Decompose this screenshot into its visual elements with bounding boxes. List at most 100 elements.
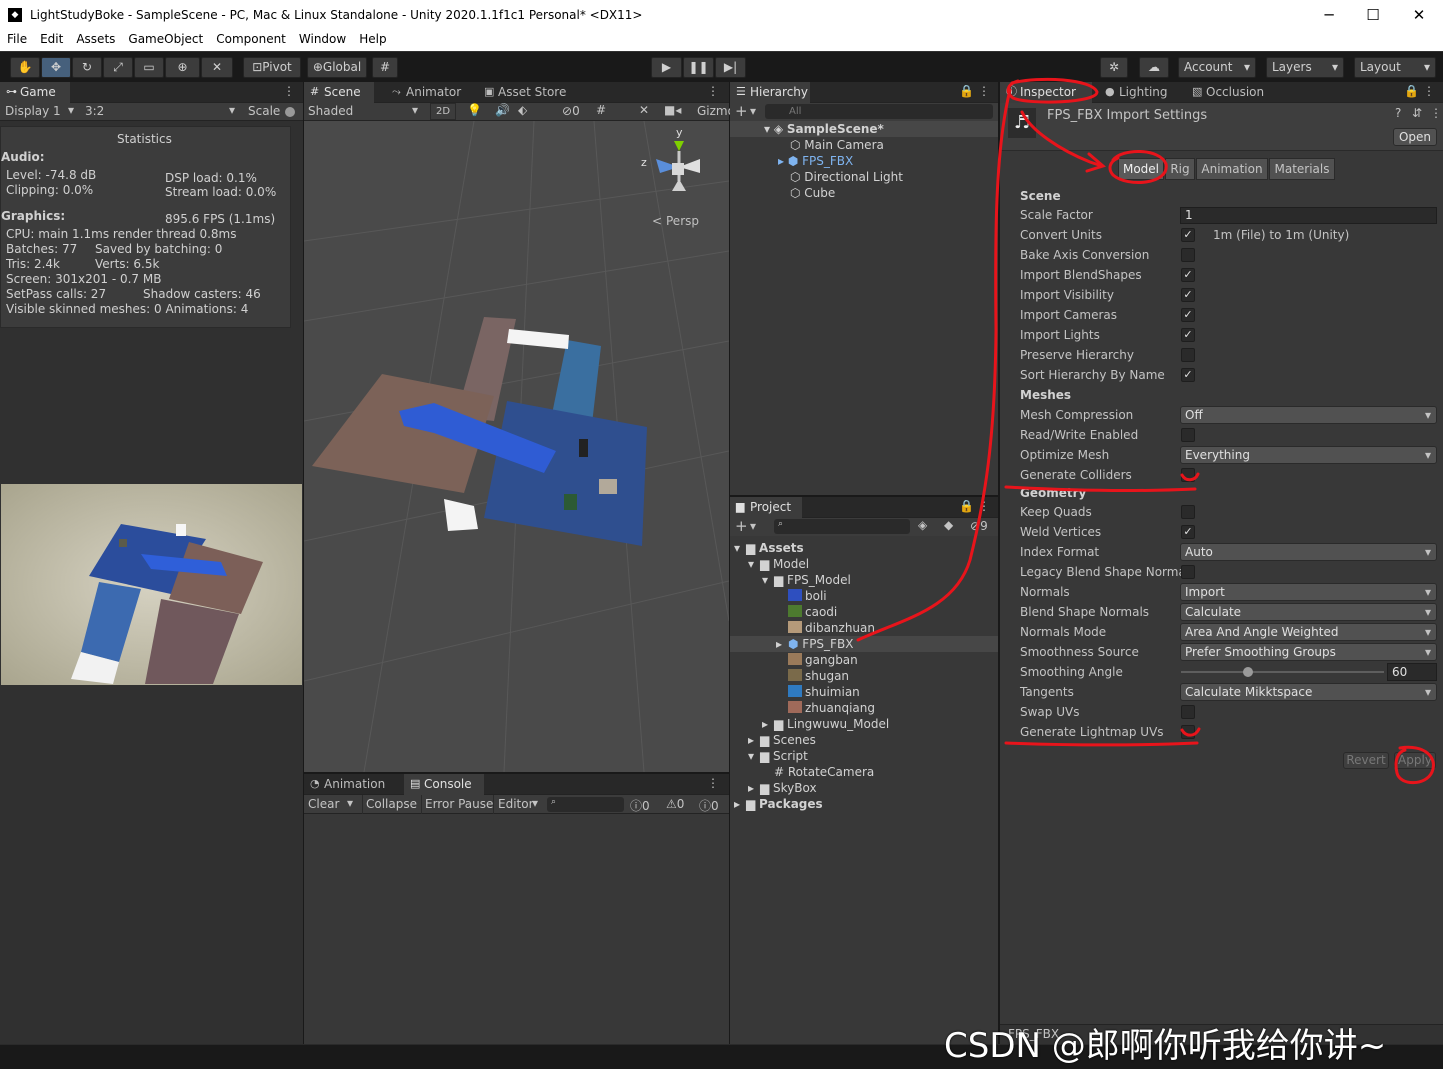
move-tool-icon[interactable]: ✥	[41, 57, 71, 78]
more-icon[interactable]: ⋮	[707, 776, 719, 790]
swap-uvs-checkbox[interactable]	[1181, 705, 1195, 719]
account-dropdown[interactable]: Account ▾	[1178, 57, 1256, 78]
minimize-button[interactable]: ─	[1314, 5, 1344, 25]
blend-normals-dropdown[interactable]: Calculate	[1180, 603, 1437, 621]
shading-mode-dropdown[interactable]: Shaded	[308, 104, 353, 118]
project-item[interactable]: ▾ ▆ Assets	[730, 540, 998, 556]
layout-dropdown[interactable]: Layout ▾	[1354, 57, 1436, 78]
tab-console[interactable]: ▤ Console	[404, 774, 484, 795]
camera-icon[interactable]: ■◂	[664, 103, 681, 117]
collapse-toggle[interactable]: Collapse	[362, 795, 420, 814]
audio-toggle-icon[interactable]: 🔊	[495, 103, 510, 117]
clear-button[interactable]: Clear	[308, 797, 339, 811]
lighting-toggle-icon[interactable]: 💡	[467, 103, 482, 117]
pivot-toggle[interactable]: ⊡Pivot	[243, 57, 301, 78]
dropdown-arrow-icon[interactable]: ▾	[750, 519, 756, 533]
tab-rig[interactable]: Rig	[1165, 158, 1195, 180]
project-item[interactable]: ▸ ▆ Lingwuwu_Model	[730, 716, 998, 732]
optimize-mesh-dropdown[interactable]: Everything	[1180, 446, 1437, 464]
project-item[interactable]: # RotateCamera	[730, 764, 998, 780]
grid-toggle-icon[interactable]: #	[596, 103, 606, 117]
add-icon[interactable]: +	[735, 517, 748, 535]
maximize-button[interactable]: ☐	[1358, 5, 1388, 25]
tab-animation[interactable]: ◔ Animation	[304, 774, 400, 795]
aspect-dropdown[interactable]: 3:2	[85, 104, 104, 118]
rotate-tool-icon[interactable]: ↻	[72, 57, 102, 78]
hand-tool-icon[interactable]: ✋	[10, 57, 40, 78]
tab-materials[interactable]: Materials	[1269, 158, 1335, 180]
menu-component[interactable]: Component	[209, 31, 292, 46]
more-icon[interactable]: ⋮	[1423, 84, 1435, 98]
2d-toggle[interactable]: 2D	[430, 103, 456, 120]
pause-icon[interactable]: ❚❚	[683, 57, 714, 78]
menu-edit[interactable]: Edit	[33, 31, 69, 46]
generate-lightmap-uvs-checkbox[interactable]	[1181, 725, 1195, 739]
error-pause-toggle[interactable]: Error Pause	[421, 795, 496, 814]
tangents-dropdown[interactable]: Calculate Mikktspace	[1180, 683, 1437, 701]
hidden-packages-icon[interactable]: ⊘9	[970, 519, 988, 533]
sort-hierarchy-checkbox[interactable]: ✓	[1181, 368, 1195, 382]
dropdown-arrow-icon[interactable]: ▾	[750, 104, 756, 118]
import-blendshapes-checkbox[interactable]: ✓	[1181, 268, 1195, 282]
warning-count[interactable]: ⚠0	[666, 797, 684, 811]
tab-game[interactable]: ⊶ Game	[0, 82, 70, 103]
more-icon[interactable]: ⋮	[707, 84, 719, 98]
console-search-input[interactable]: ⌕	[547, 797, 624, 812]
effects-toggle-icon[interactable]: ⬖	[518, 103, 527, 117]
collab-icon[interactable]: ✲	[1100, 57, 1128, 78]
global-toggle[interactable]: ⊕Global	[307, 57, 367, 78]
scene-viewport[interactable]: y z < Persp	[304, 121, 729, 772]
grid-snap-icon[interactable]: #	[372, 57, 398, 78]
hierarchy-item-fps-fbx[interactable]: ▸ ⬢ FPS_FBX	[778, 153, 853, 169]
project-item[interactable]: shugan	[730, 668, 998, 684]
more-icon[interactable]: ⋮	[283, 84, 295, 98]
weld-vertices-checkbox[interactable]: ✓	[1181, 525, 1195, 539]
project-item[interactable]: ▸ ▆ Scenes	[730, 732, 998, 748]
more-icon[interactable]: ⋮	[978, 499, 990, 513]
persp-label[interactable]: Persp	[666, 214, 699, 228]
hidden-objects-icon[interactable]: ⊘0	[562, 104, 580, 118]
cloud-icon[interactable]: ☁	[1139, 57, 1169, 78]
hierarchy-item-main-camera[interactable]: ⬡ Main Camera	[790, 137, 884, 153]
index-format-dropdown[interactable]: Auto	[1180, 543, 1437, 561]
lock-icon[interactable]: 🔒	[959, 84, 974, 98]
settings-icon[interactable]: ⇵	[1412, 106, 1422, 120]
tab-model[interactable]: Model	[1118, 158, 1164, 180]
tools-icon[interactable]: ✕	[639, 103, 649, 117]
hierarchy-item-directional-light[interactable]: ⬡ Directional Light	[790, 169, 903, 185]
more-icon[interactable]: ⋮	[978, 84, 990, 98]
tab-asset-store[interactable]: ▣ Asset Store	[478, 82, 570, 103]
layers-dropdown[interactable]: Layers ▾	[1266, 57, 1344, 78]
menu-window[interactable]: Window	[292, 31, 352, 46]
scene-row[interactable]: ▾ ◈ SampleScene*	[730, 121, 998, 137]
project-item[interactable]: boli	[730, 588, 998, 604]
dropdown-arrow-icon[interactable]: ▾	[347, 796, 353, 810]
open-button[interactable]: Open	[1393, 128, 1437, 146]
tab-animation[interactable]: Animation	[1196, 158, 1268, 180]
project-item[interactable]: dibanzhuan	[730, 620, 998, 636]
step-icon[interactable]: ▶|	[715, 57, 746, 78]
project-item[interactable]: shuimian	[730, 684, 998, 700]
normals-dropdown[interactable]: Import	[1180, 583, 1437, 601]
project-item[interactable]: ▾ ▆ Script	[730, 748, 998, 764]
project-item[interactable]: ▾ ▆ FPS_Model	[730, 572, 998, 588]
project-item[interactable]: caodi	[730, 604, 998, 620]
legacy-blend-checkbox[interactable]	[1181, 565, 1195, 579]
transform-tool-icon[interactable]: ⊕	[165, 57, 200, 78]
project-item[interactable]: gangban	[730, 652, 998, 668]
project-item[interactable]: ▸ ▆ Packages	[730, 796, 998, 812]
menu-help[interactable]: Help	[352, 31, 392, 46]
error-count[interactable]: ⓘ0	[699, 797, 719, 814]
generate-colliders-checkbox[interactable]	[1181, 468, 1195, 482]
project-item[interactable]: ▸ ▆ SkyBox	[730, 780, 998, 796]
tab-project[interactable]: ▆ Project	[730, 497, 802, 518]
menu-gameobject[interactable]: GameObject	[121, 31, 209, 46]
close-button[interactable]: ✕	[1404, 5, 1434, 25]
project-item[interactable]: zhuanqiang	[730, 700, 998, 716]
apply-button[interactable]: Apply	[1394, 752, 1436, 769]
more-icon[interactable]: ⋮	[1430, 106, 1442, 120]
slider-handle[interactable]	[1242, 667, 1253, 677]
display-dropdown[interactable]: Display 1	[5, 104, 61, 118]
info-count[interactable]: ⓘ0	[630, 797, 650, 814]
project-search-input[interactable]: ⌕	[774, 519, 910, 534]
